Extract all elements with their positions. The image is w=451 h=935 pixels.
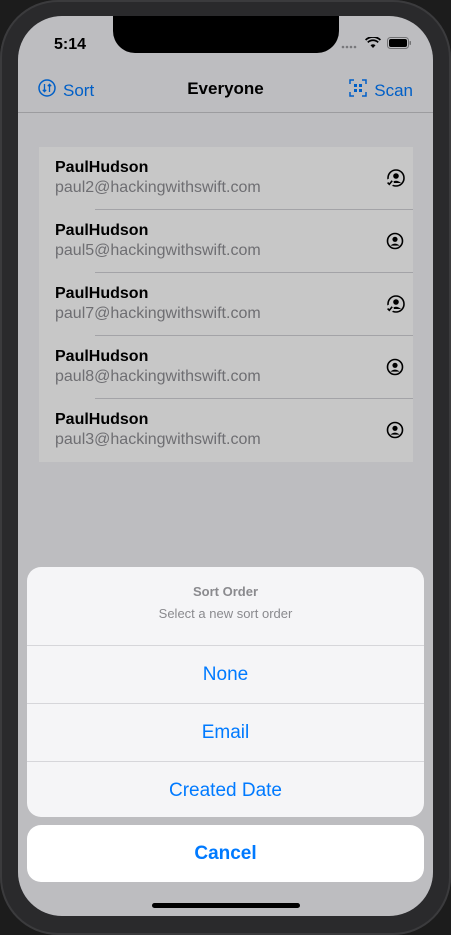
sort-option-created-date[interactable]: Created Date: [27, 762, 424, 817]
sort-option-email[interactable]: Email: [27, 704, 424, 762]
cancel-button[interactable]: Cancel: [27, 825, 424, 882]
sort-option-none[interactable]: None: [27, 646, 424, 704]
action-sheet-message: Select a new sort order: [158, 606, 293, 621]
device-frame: 5:14 Sort Everyone Scan PaulHudson paul2…: [0, 0, 451, 935]
action-sheet: Sort Order Select a new sort order None …: [27, 567, 424, 817]
action-sheet-header: Sort Order Select a new sort order: [27, 567, 424, 646]
action-sheet-title: Sort Order: [192, 584, 258, 599]
screen: 5:14 Sort Everyone Scan PaulHudson paul2…: [18, 16, 433, 916]
home-indicator: [152, 903, 300, 908]
